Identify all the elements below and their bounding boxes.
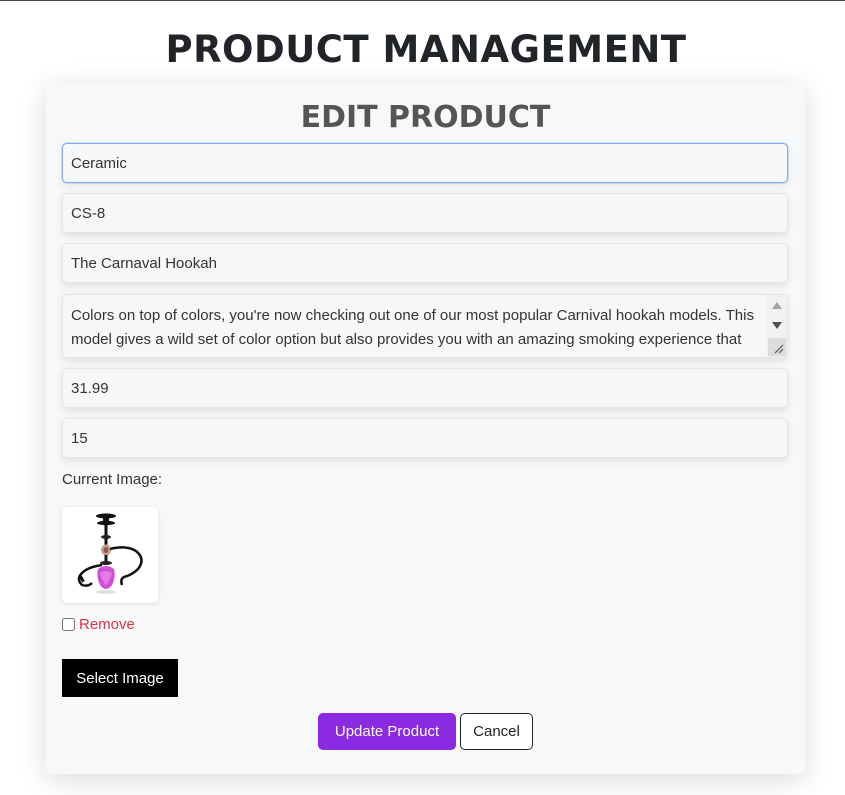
update-product-button[interactable]: Update Product <box>318 713 456 750</box>
select-image-button[interactable]: Select Image <box>62 659 178 697</box>
category-input[interactable] <box>62 143 788 183</box>
current-image-label: Current Image: <box>62 471 163 488</box>
scroll-up-arrow-icon[interactable] <box>772 302 782 309</box>
quantity-input[interactable] <box>62 418 788 458</box>
product-code-input[interactable] <box>62 193 788 233</box>
price-input[interactable] <box>62 368 788 408</box>
remove-image-row[interactable]: Remove <box>62 614 135 634</box>
remove-image-label[interactable]: Remove <box>79 616 135 633</box>
cancel-button[interactable]: Cancel <box>460 713 533 750</box>
resize-grip-icon[interactable] <box>768 338 786 356</box>
product-name-input[interactable] <box>62 243 788 283</box>
edit-product-card: EDIT PRODUCT Colors on top of colors, yo… <box>46 82 805 774</box>
hookah-image <box>77 513 143 594</box>
form-title: EDIT PRODUCT <box>300 100 551 135</box>
scroll-down-arrow-icon[interactable] <box>772 322 782 329</box>
description-text: Colors on top of colors, you're now chec… <box>71 307 754 357</box>
top-border <box>0 0 845 1</box>
description-textarea[interactable]: Colors on top of colors, you're now chec… <box>62 294 788 358</box>
page-title: PRODUCT MANAGEMENT <box>165 28 687 71</box>
current-image-thumbnail <box>62 507 158 603</box>
remove-image-checkbox[interactable] <box>62 617 75 631</box>
